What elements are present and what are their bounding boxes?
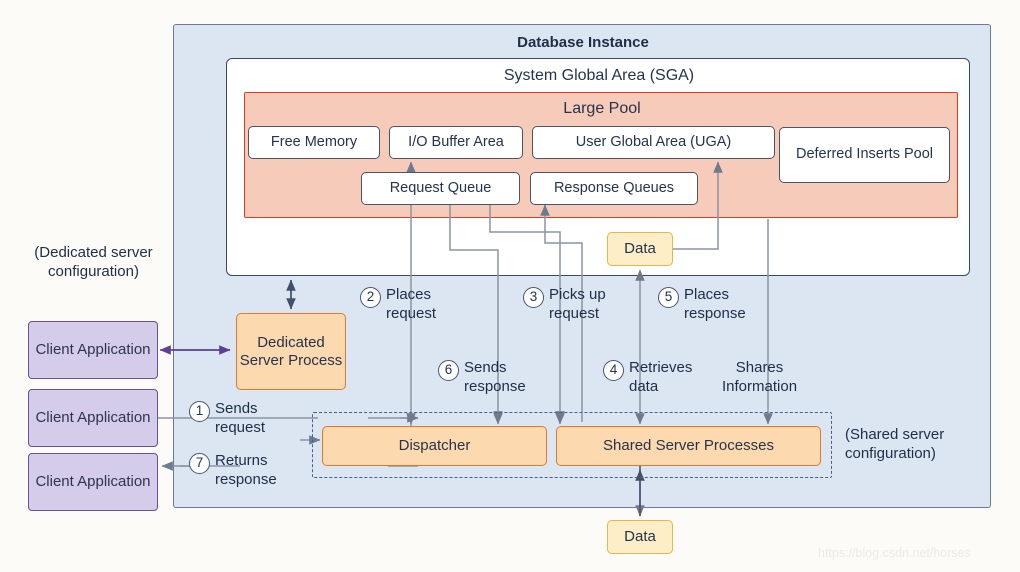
- step-5-label: Places response: [684, 286, 746, 322]
- step-5-annotation: 5 Places response: [658, 286, 746, 324]
- database-instance-title: Database Instance: [517, 34, 649, 51]
- step-4-label: Retrieves data: [629, 359, 693, 395]
- response-queues-box: Response Queues: [530, 172, 698, 205]
- step-7-number: 7: [189, 453, 210, 474]
- diagram-canvas: Database Instance System Global Area (SG…: [0, 0, 1020, 572]
- shared-server-processes-label: Shared Server Processes: [603, 437, 774, 455]
- data-top-label: Data: [624, 240, 656, 258]
- free-memory-label: Free Memory: [270, 133, 358, 150]
- dedicated-server-process-label: Dedicated Server Process: [239, 333, 343, 369]
- step-2-number: 2: [360, 287, 381, 308]
- client-application-1-label: Client Application: [35, 341, 151, 359]
- shares-information-label: Shares Information: [722, 359, 798, 395]
- step-3-annotation: 3 Picks up request: [523, 286, 606, 324]
- data-box-bottom: Data: [607, 520, 673, 554]
- user-global-area-label: User Global Area (UGA): [575, 133, 732, 150]
- step-1-annotation: 1 Sends request: [189, 400, 265, 438]
- step-7-annotation: 7 Returns response: [189, 452, 277, 490]
- io-buffer-area-label: I/O Buffer Area: [408, 133, 504, 150]
- free-memory-box: Free Memory: [248, 126, 380, 159]
- client-application-2-label: Client Application: [35, 409, 151, 427]
- step-4-annotation: 4 Retrieves data: [603, 359, 692, 397]
- client-application-1: Client Application: [28, 321, 158, 379]
- step-6-label: Sends response: [464, 359, 526, 395]
- data-box-top: Data: [607, 232, 673, 266]
- shared-server-processes-box: Shared Server Processes: [556, 426, 821, 466]
- step-3-number: 3: [523, 287, 544, 308]
- step-5-number: 5: [658, 287, 679, 308]
- shared-server-configuration-label: (Shared server configuration): [845, 426, 945, 463]
- dedicated-server-configuration-label: (Dedicated server configuration): [34, 244, 153, 281]
- step-6-number: 6: [438, 360, 459, 381]
- user-global-area-box: User Global Area (UGA): [532, 126, 775, 159]
- step-7-label: Returns response: [215, 452, 277, 488]
- large-pool-title: Large Pool: [563, 100, 641, 117]
- response-queues-label: Response Queues: [553, 179, 675, 196]
- step-3-label: Picks up request: [549, 286, 606, 322]
- shares-information-annotation: Shares Information: [722, 359, 797, 397]
- step-4-number: 4: [603, 360, 624, 381]
- request-queue-box: Request Queue: [361, 172, 520, 205]
- io-buffer-area-box: I/O Buffer Area: [389, 126, 523, 159]
- step-6-annotation: 6 Sends response: [438, 359, 526, 397]
- request-queue-label: Request Queue: [389, 179, 492, 196]
- step-1-label: Sends request: [215, 400, 266, 436]
- client-application-3-label: Client Application: [35, 473, 151, 491]
- step-2-annotation: 2 Places request: [360, 286, 436, 324]
- client-application-2: Client Application: [28, 389, 158, 447]
- data-bottom-label: Data: [624, 528, 656, 546]
- dispatcher-label: Dispatcher: [398, 437, 471, 455]
- deferred-inserts-pool-label: Deferred Inserts Pool: [795, 146, 933, 163]
- sga-title: System Global Area (SGA): [503, 67, 695, 84]
- step-1-number: 1: [189, 401, 210, 422]
- dedicated-server-process-box: Dedicated Server Process: [236, 313, 346, 390]
- client-application-3: Client Application: [28, 453, 158, 511]
- dispatcher-box: Dispatcher: [322, 426, 547, 466]
- watermark: https://blog.csdn.net/horses: [818, 546, 971, 560]
- step-2-label: Places request: [386, 286, 437, 322]
- deferred-inserts-pool-box: Deferred Inserts Pool: [779, 127, 950, 183]
